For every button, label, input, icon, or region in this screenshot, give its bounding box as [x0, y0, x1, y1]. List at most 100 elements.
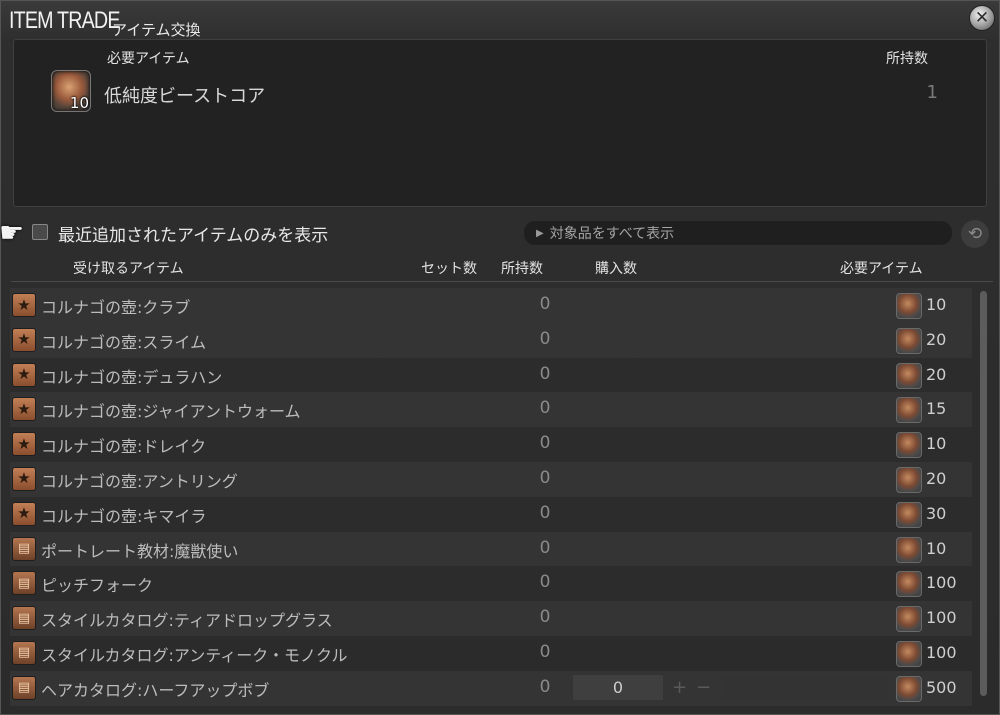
- col-purchase-qty: 購入数: [595, 261, 637, 277]
- recent-only-checkbox[interactable]: [32, 224, 48, 240]
- row-cost: 20: [926, 364, 947, 384]
- star-icon: ★: [12, 397, 36, 422]
- beast-core-icon: [896, 501, 922, 528]
- required-item-owned: 1: [926, 82, 938, 103]
- row-owned: 0: [539, 502, 551, 523]
- row-item-name: コルナゴの壺:クラブ: [41, 298, 191, 317]
- table-row[interactable]: ★ コルナゴの壺:キマイラ 0 30: [10, 497, 972, 532]
- window-title: ITEM TRADE: [9, 7, 120, 34]
- book-icon: ▤: [12, 675, 36, 700]
- table-row[interactable]: ★ コルナゴの壺:クラブ 0 10: [10, 288, 972, 323]
- minus-icon[interactable]: −: [696, 677, 711, 698]
- row-item-name: コルナゴの壺:ジャイアントウォーム: [41, 402, 301, 422]
- beast-core-icon: [896, 640, 922, 667]
- row-cost: 20: [926, 329, 947, 349]
- star-icon: ★: [12, 466, 36, 491]
- table-row[interactable]: ★ コルナゴの壺:デュラハン 0 20: [10, 358, 972, 393]
- star-icon: ★: [12, 293, 36, 317]
- close-icon[interactable]: ✕: [969, 5, 995, 31]
- row-item-name: コルナゴの壺:スライム: [41, 332, 207, 352]
- row-cost: 100: [926, 608, 957, 628]
- item-trade-window: ITEM TRADE アイテム交換 ✕ 必要アイテム 所持数 10 低純度ビース…: [0, 0, 1000, 715]
- beast-core-icon[interactable]: 10: [51, 70, 91, 112]
- recent-only-label[interactable]: 最近追加されたアイテムのみを表示: [58, 221, 328, 246]
- row-owned: 0: [539, 572, 551, 593]
- required-item-icon-count: 10: [69, 94, 89, 112]
- pointer-hand-icon: ☛: [0, 216, 25, 249]
- row-cost: 20: [926, 468, 947, 488]
- star-icon: ★: [12, 432, 36, 457]
- row-item-name: ピッチフォーク: [41, 576, 154, 596]
- beast-core-icon: [896, 362, 922, 389]
- row-item-name: コルナゴの壺:キマイラ: [41, 506, 207, 526]
- plus-icon[interactable]: +: [672, 677, 687, 698]
- star-icon: ★: [12, 327, 36, 352]
- beast-core-icon: [896, 571, 922, 598]
- table-row[interactable]: ★ コルナゴの壺:アントリング 0 20: [10, 461, 972, 497]
- row-item-name: コルナゴの壺:ドレイク: [41, 437, 207, 457]
- filter-dropdown-value: 対象品をすべて表示: [549, 226, 675, 242]
- table-row-selected[interactable]: ▤ ヘアカタログ:ハーフアップボブ 0 0 + − 500: [10, 670, 972, 706]
- row-item-name: コルナゴの壺:アントリング: [41, 471, 238, 491]
- owned-header: 所持数: [886, 51, 928, 67]
- row-cost: 10: [926, 295, 947, 314]
- header-divider: [11, 281, 993, 282]
- row-owned: 0: [539, 676, 551, 697]
- table-row[interactable]: ▤ スタイルカタログ:ティアドロップグラス 0 100: [10, 601, 972, 636]
- book-icon: ▤: [12, 606, 36, 631]
- beast-core-icon: [896, 466, 922, 493]
- beast-core-icon: [896, 432, 922, 459]
- required-item-panel: 必要アイテム 所持数 10 低純度ビーストコア 1: [13, 39, 987, 207]
- row-owned: 0: [539, 328, 551, 349]
- scrollbar[interactable]: [980, 291, 987, 696]
- row-item-name: ポートレート教材:魔獣使い: [41, 541, 239, 561]
- row-item-name: コルナゴの壺:デュラハン: [41, 367, 223, 387]
- row-owned: 0: [539, 641, 551, 662]
- row-owned: 0: [539, 363, 551, 384]
- row-owned: 0: [539, 433, 551, 454]
- book-icon: ▤: [12, 536, 36, 561]
- row-owned: 0: [539, 467, 551, 488]
- dropdown-arrow-icon: ▶: [536, 227, 544, 239]
- row-cost: 10: [926, 434, 947, 454]
- table-header: 受け取るアイテム セット数 所持数 購入数 必要アイテム: [1, 256, 1000, 282]
- row-item-name: ヘアカタログ:ハーフアップボブ: [41, 680, 270, 700]
- row-cost: 500: [926, 677, 957, 697]
- row-cost: 30: [926, 503, 947, 523]
- table-row[interactable]: ▤ ピッチフォーク 0 100: [10, 566, 972, 601]
- table-row[interactable]: ★ コルナゴの壺:スライム 0 20: [10, 322, 972, 358]
- beast-core-icon: [896, 675, 922, 702]
- required-item-header: 必要アイテム: [107, 51, 190, 67]
- table-row[interactable]: ★ コルナゴの壺:ジャイアントウォーム 0 15: [10, 392, 972, 428]
- row-cost: 10: [926, 538, 947, 558]
- beast-core-icon: [896, 327, 922, 354]
- row-cost: 100: [926, 573, 957, 593]
- beast-core-icon: [896, 293, 922, 319]
- row-owned: 0: [539, 398, 551, 419]
- row-cost: 100: [926, 642, 957, 662]
- col-owned: 所持数: [501, 261, 543, 277]
- book-icon: ▤: [12, 571, 36, 596]
- refresh-icon[interactable]: ⟲: [961, 220, 989, 248]
- col-set-count: セット数: [421, 261, 477, 277]
- required-item-name: 低純度ビーストコア: [104, 86, 266, 107]
- star-icon: ★: [12, 501, 36, 526]
- beast-core-icon: [896, 536, 922, 563]
- row-owned: 0: [539, 294, 551, 314]
- trade-list: ★ コルナゴの壺:クラブ 0 10 ★ コルナゴの壺:スライム 0 20 ★ コ…: [10, 288, 972, 706]
- beast-core-icon: [896, 606, 922, 633]
- window-subtitle: アイテム交換: [112, 21, 201, 39]
- table-row[interactable]: ▤ スタイルカタログ:アンティーク・モノクル 0 100: [10, 636, 972, 671]
- table-row[interactable]: ★ コルナゴの壺:ドレイク 0 10: [10, 427, 972, 462]
- row-owned: 0: [539, 537, 551, 558]
- row-item-name: スタイルカタログ:ティアドロップグラス: [41, 611, 333, 631]
- col-required-item: 必要アイテム: [840, 261, 923, 277]
- table-row[interactable]: ▤ ポートレート教材:魔獣使い 0 10: [10, 531, 972, 567]
- row-owned: 0: [539, 607, 551, 628]
- purchase-qty-input[interactable]: 0: [572, 673, 664, 701]
- beast-core-icon: [896, 397, 922, 424]
- star-icon: ★: [12, 362, 36, 387]
- purchase-qty-slider[interactable]: [722, 674, 888, 701]
- row-item-name: スタイルカタログ:アンティーク・モノクル: [41, 645, 348, 665]
- filter-dropdown[interactable]: ▶ 対象品をすべて表示: [523, 220, 953, 246]
